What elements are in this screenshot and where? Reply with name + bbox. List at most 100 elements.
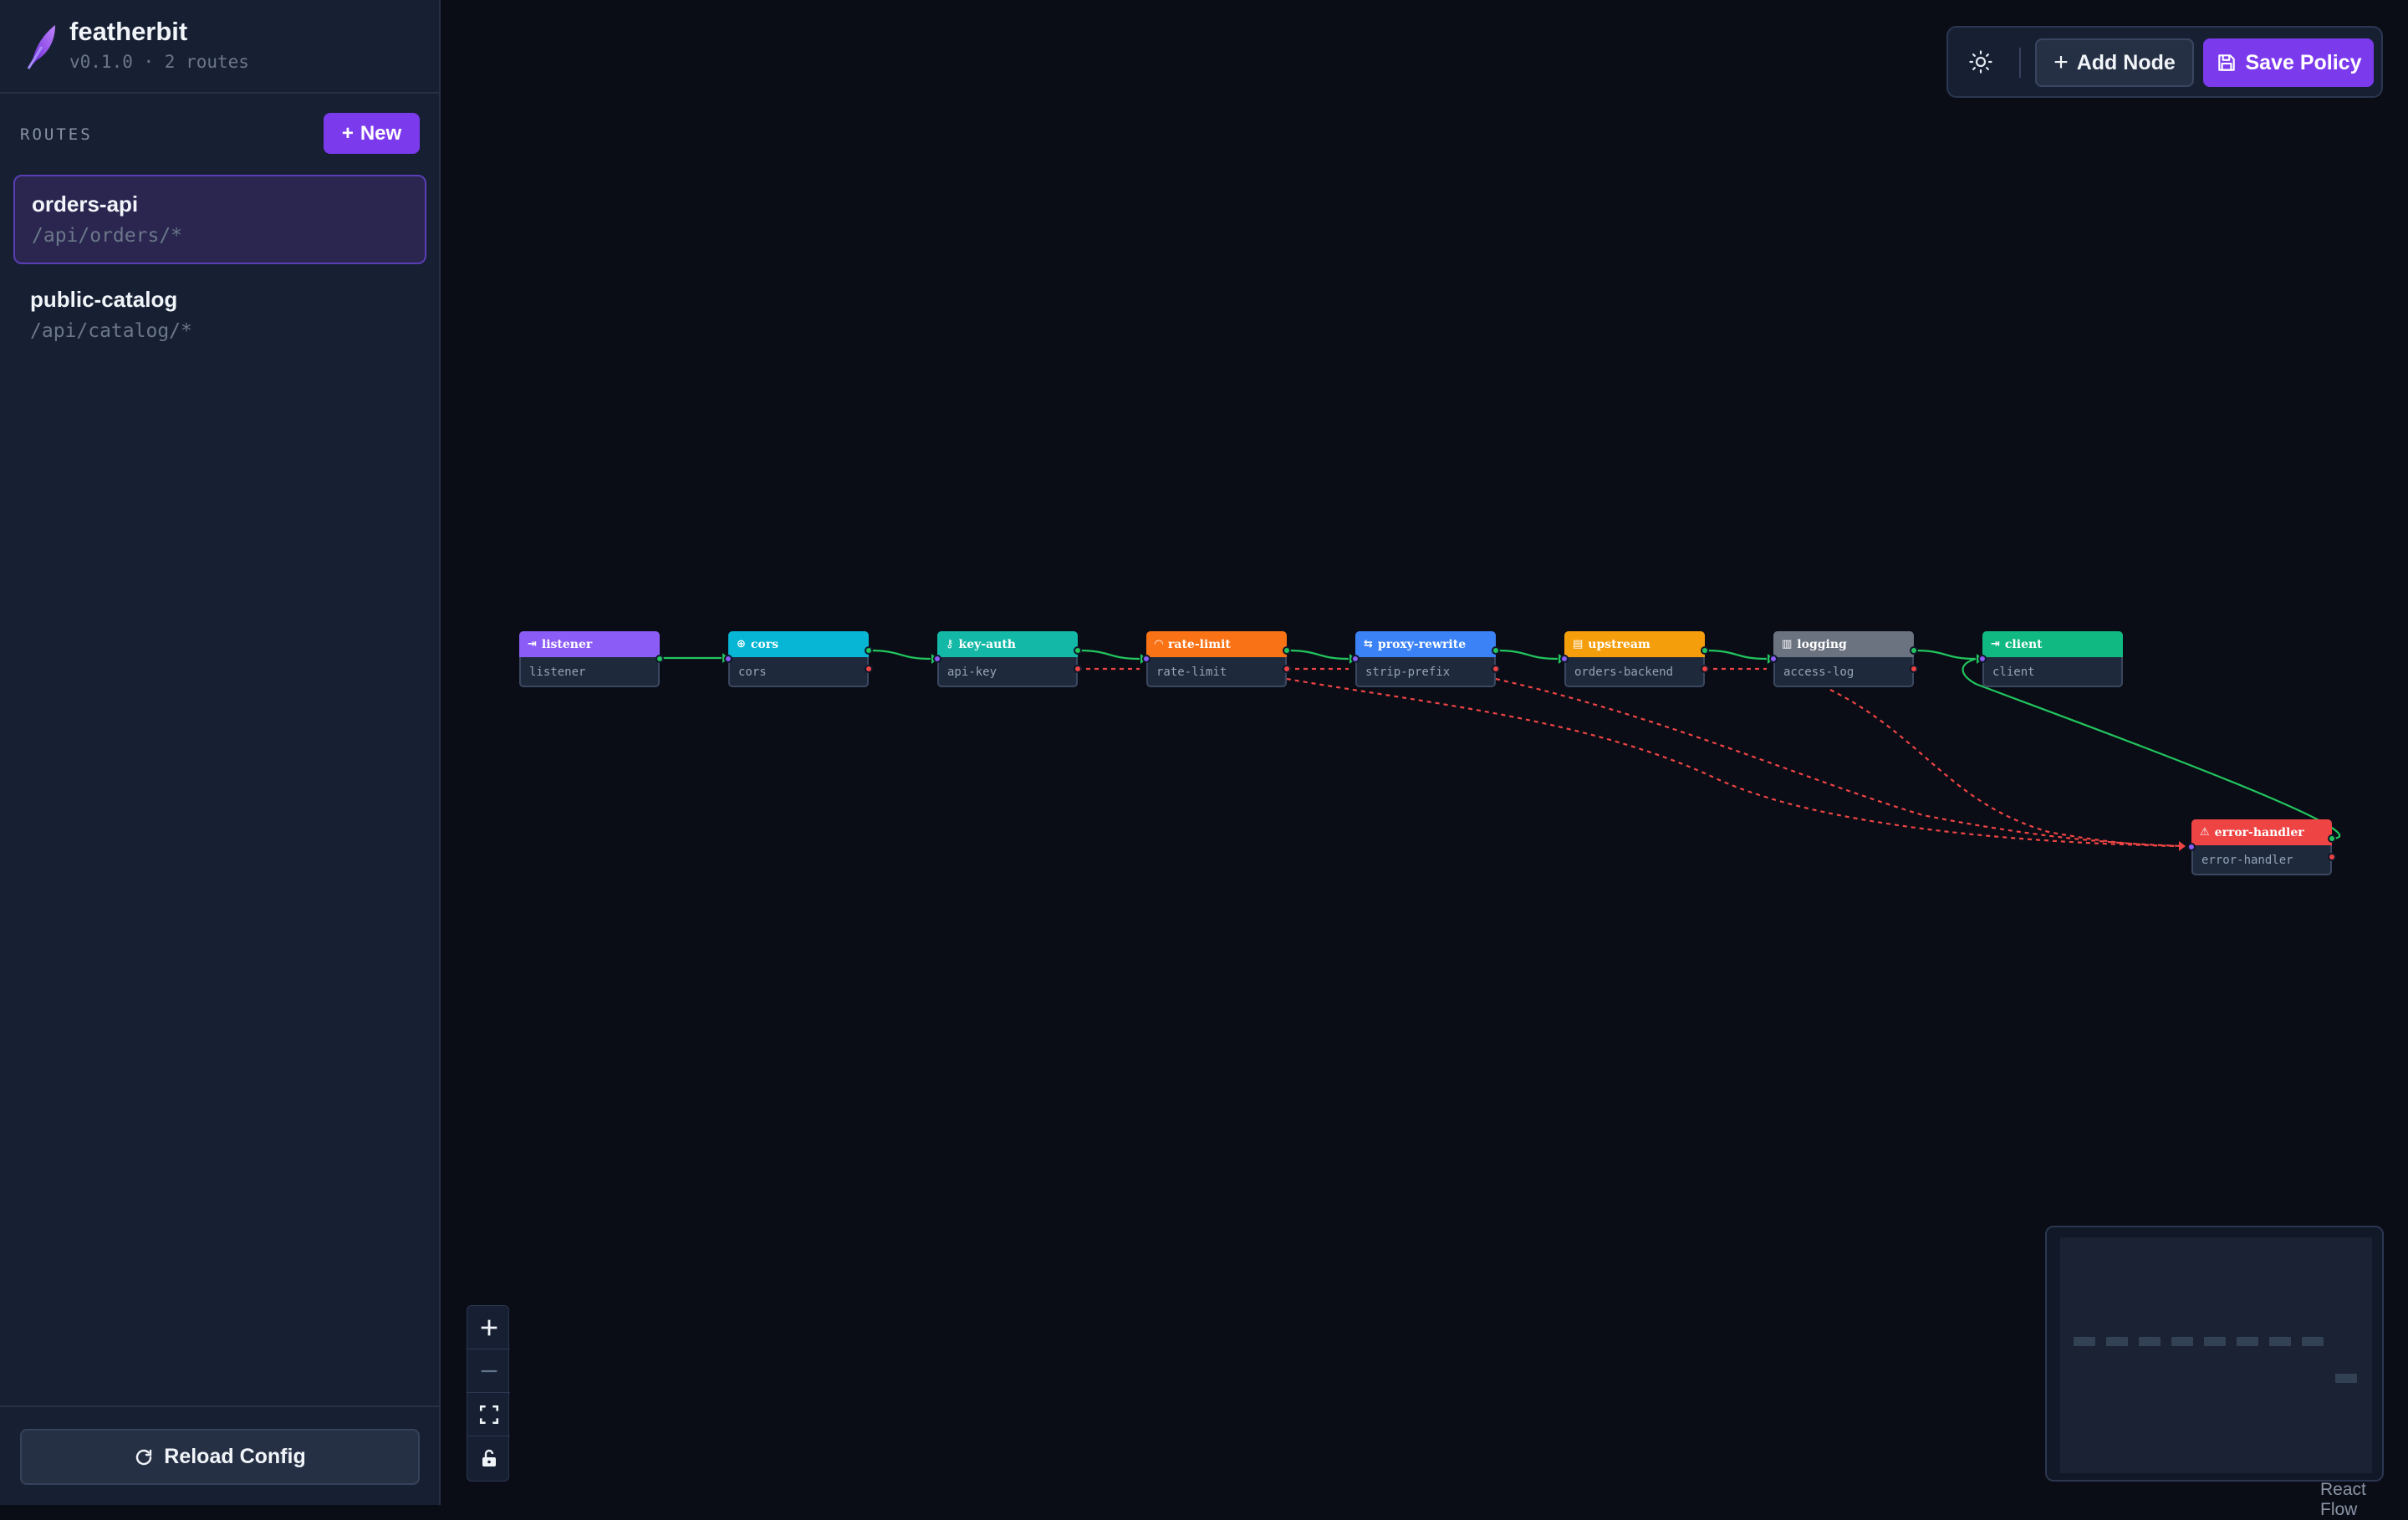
globe-icon: ⊕ bbox=[737, 638, 746, 650]
node-label: strip-prefix bbox=[1365, 666, 1451, 679]
node-key-auth[interactable]: ⚷ key-auth api-key bbox=[933, 631, 1082, 687]
node-label: client bbox=[1992, 666, 2035, 679]
node-error-handle[interactable] bbox=[1910, 665, 1918, 673]
react-flow-attribution[interactable]: React Flow bbox=[2320, 1480, 2408, 1520]
node-input-handle[interactable] bbox=[1560, 655, 1569, 663]
minimap-node bbox=[2335, 1374, 2357, 1383]
plus-icon bbox=[481, 1319, 497, 1335]
flow-controls bbox=[467, 1305, 510, 1482]
node-success-handle[interactable] bbox=[1701, 646, 1709, 655]
node-success-handle[interactable] bbox=[865, 646, 873, 655]
node-error-handle[interactable] bbox=[1492, 665, 1500, 673]
node-error-handle[interactable] bbox=[2328, 853, 2336, 861]
app-version: v0.1.0 · 2 routes bbox=[69, 52, 249, 72]
node-success-handle[interactable] bbox=[2328, 834, 2336, 843]
toolbar-divider bbox=[2019, 48, 2021, 78]
zoom-in-button[interactable] bbox=[467, 1306, 510, 1349]
node-header: ⇆ proxy-rewrite bbox=[1355, 631, 1496, 657]
node-input-handle[interactable] bbox=[933, 655, 941, 663]
node-client[interactable]: ⇥ client client bbox=[1978, 631, 2123, 687]
node-error-handle[interactable] bbox=[1074, 665, 1082, 673]
node-input-handle[interactable] bbox=[1769, 655, 1778, 663]
node-error-handle[interactable] bbox=[1283, 665, 1291, 673]
minimap-node bbox=[2074, 1337, 2095, 1346]
feather-logo-icon bbox=[27, 25, 55, 69]
node-error-handler[interactable]: ⚠ error-handler error-handler bbox=[2187, 819, 2336, 875]
plus-icon: + bbox=[341, 121, 354, 145]
node-input-handle[interactable] bbox=[1142, 655, 1150, 663]
node-cors[interactable]: ⊕ cors cors bbox=[724, 631, 873, 687]
sidebar-footer: Reload Config bbox=[0, 1405, 439, 1505]
node-output-handle[interactable] bbox=[656, 655, 664, 663]
minimap-node bbox=[2106, 1337, 2128, 1346]
fit-view-icon bbox=[479, 1405, 498, 1424]
node-input-handle[interactable] bbox=[1978, 655, 1987, 663]
route-item-orders-api[interactable]: orders-api /api/orders/* bbox=[13, 175, 426, 264]
add-node-button[interactable]: + Add Node bbox=[2035, 38, 2194, 87]
route-item-public-catalog[interactable]: public-catalog /api/catalog/* bbox=[13, 272, 426, 361]
node-error-handle[interactable] bbox=[865, 665, 873, 673]
node-label: rate-limit bbox=[1156, 666, 1227, 679]
node-header: ⚷ key-auth bbox=[937, 631, 1078, 657]
node-header: ◠ rate-limit bbox=[1146, 631, 1287, 657]
sun-icon bbox=[1969, 50, 1992, 74]
minimap-node bbox=[2204, 1337, 2226, 1346]
node-input-handle[interactable] bbox=[2187, 843, 2196, 851]
routes-heading: ROUTES bbox=[20, 125, 93, 144]
plus-icon: + bbox=[2053, 48, 2069, 76]
new-route-button[interactable]: + New bbox=[324, 113, 420, 154]
node-rate-limit[interactable]: ◠ rate-limit rate-limit bbox=[1142, 631, 1291, 687]
save-policy-button[interactable]: Save Policy bbox=[2203, 38, 2374, 87]
minimap[interactable] bbox=[2045, 1226, 2384, 1482]
node-label: error-handler bbox=[2201, 854, 2293, 867]
node-header: ⇥ listener bbox=[519, 631, 660, 657]
minimap-viewport[interactable] bbox=[2060, 1237, 2372, 1473]
node-label: orders-backend bbox=[1574, 666, 1674, 679]
node-header: ⇥ client bbox=[1982, 631, 2123, 657]
node-header: ▤ upstream bbox=[1564, 631, 1705, 657]
node-input-handle[interactable] bbox=[724, 655, 732, 663]
theme-toggle-button[interactable] bbox=[1965, 46, 1997, 78]
route-path: /api/orders/* bbox=[32, 225, 183, 247]
node-header: ▥ logging bbox=[1773, 631, 1914, 657]
node-listener[interactable]: ⇥ listener listener bbox=[519, 631, 664, 687]
node-success-handle[interactable] bbox=[1910, 646, 1918, 655]
app-name: featherbit bbox=[69, 17, 188, 46]
minimap-node bbox=[2139, 1337, 2161, 1346]
node-label: listener bbox=[529, 666, 586, 679]
route-path: /api/catalog/* bbox=[30, 320, 192, 342]
node-header: ⊕ cors bbox=[728, 631, 869, 657]
zoom-out-button[interactable] bbox=[467, 1349, 510, 1393]
scroll-icon: ▥ bbox=[1782, 638, 1793, 650]
node-logging[interactable]: ▥ logging access-log bbox=[1769, 631, 1918, 687]
node-label: cors bbox=[738, 666, 767, 679]
minimap-node bbox=[2237, 1337, 2258, 1346]
sidebar: featherbit v0.1.0 · 2 routes ROUTES + Ne… bbox=[0, 0, 441, 1505]
canvas-toolbar: + Add Node Save Policy bbox=[1946, 26, 2383, 98]
minimap-node bbox=[2171, 1337, 2193, 1346]
save-icon bbox=[2217, 54, 2235, 71]
route-name: orders-api bbox=[32, 191, 139, 217]
node-upstream[interactable]: ▤ upstream orders-backend bbox=[1560, 631, 1709, 687]
reload-config-button[interactable]: Reload Config bbox=[20, 1429, 420, 1485]
brand-header: featherbit v0.1.0 · 2 routes bbox=[0, 0, 439, 94]
server-icon: ▤ bbox=[1573, 638, 1584, 650]
node-success-handle[interactable] bbox=[1283, 646, 1291, 655]
node-label: api-key bbox=[947, 666, 997, 679]
fit-view-button[interactable] bbox=[467, 1393, 510, 1436]
key-icon: ⚷ bbox=[946, 638, 954, 650]
unlock-icon bbox=[482, 1449, 496, 1466]
minimap-node bbox=[2269, 1337, 2291, 1346]
node-header: ⚠ error-handler bbox=[2191, 819, 2332, 845]
route-name: public-catalog bbox=[30, 287, 178, 312]
node-success-handle[interactable] bbox=[1074, 646, 1082, 655]
arrows-icon: ⇆ bbox=[1364, 638, 1373, 650]
node-success-handle[interactable] bbox=[1492, 646, 1500, 655]
gauge-icon: ◠ bbox=[1155, 638, 1163, 650]
node-error-handle[interactable] bbox=[1701, 665, 1709, 673]
log-in-icon: ⇥ bbox=[528, 638, 537, 650]
interactivity-lock-button[interactable] bbox=[467, 1436, 510, 1480]
alert-icon: ⚠ bbox=[2200, 826, 2210, 839]
node-input-handle[interactable] bbox=[1351, 655, 1360, 663]
node-proxy-rewrite[interactable]: ⇆ proxy-rewrite strip-prefix bbox=[1351, 631, 1500, 687]
